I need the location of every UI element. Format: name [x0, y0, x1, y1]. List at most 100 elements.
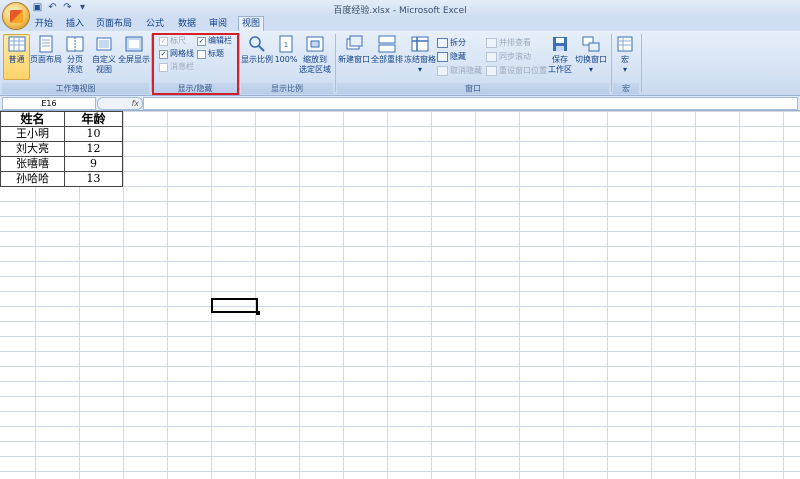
freeze-panes-button[interactable]: 冻结窗格 ▾ [404, 35, 436, 75]
custom-views-button[interactable]: 自定义 视图 [91, 35, 117, 75]
window-title: 百度经验.xlsx - Microsoft Excel [333, 6, 467, 16]
hide-window-button[interactable]: 隐藏 [437, 51, 466, 62]
switch-windows-icon [582, 36, 600, 52]
tab-insert[interactable]: 插入 [64, 17, 86, 31]
page-layout-view-button[interactable]: 页面布局 [30, 35, 62, 65]
zoom-to-selection-button[interactable]: 缩放到 选定区域 [299, 35, 331, 75]
title-bar: ▣ ↶ ↷ ▾ 百度经验.xlsx - Microsoft Excel [0, 0, 800, 17]
formula-bar: E16 fx [0, 96, 800, 111]
page-layout-icon [39, 35, 53, 53]
zoom-selection-icon [306, 36, 324, 52]
zoom-100-icon: 1 [279, 35, 293, 53]
window-group-label: 窗口 [337, 83, 609, 94]
zoom-label: 显示比例 [241, 55, 273, 64]
macros-label: 宏 [621, 55, 629, 64]
new-window-label: 新建窗口 [338, 55, 370, 64]
formula-input[interactable] [143, 97, 798, 110]
zoom-group-label: 显示比例 [241, 83, 333, 94]
separator [611, 34, 612, 92]
table-row: 孙哈哈 13 [0, 171, 123, 187]
normal-view-label: 普通 [8, 55, 25, 64]
tab-formulas[interactable]: 公式 [144, 17, 166, 31]
tab-home[interactable]: 开始 [33, 17, 55, 31]
save-workspace-label-1: 保存 [552, 55, 568, 64]
chevron-down-icon: ▾ [588, 65, 593, 74]
save-workspace-icon [553, 37, 567, 51]
tab-data[interactable]: 数据 [176, 17, 198, 31]
zoom-selection-label-2: 选定区域 [299, 65, 331, 74]
unhide-icon [437, 65, 448, 76]
custom-views-label-2: 视图 [96, 65, 112, 74]
unhide-button[interactable]: 取消隐藏 [437, 65, 482, 76]
side-by-side-button[interactable]: 并排查看 [486, 37, 531, 48]
hide-icon [437, 51, 448, 62]
function-buttons: fx [97, 97, 143, 110]
ribbon: 普通 页面布局 分页 预览 自定义 视图 全屏显示 工作簿视图 ✓ 标尺 ✓ 编辑栏… [0, 31, 800, 96]
switch-windows-label: 切换窗口 [575, 55, 607, 64]
zoom-selection-label-1: 缩放到 [303, 55, 327, 64]
table-row: 张嘻嘻 9 [0, 156, 123, 172]
custom-views-icon [96, 37, 112, 51]
office-logo-icon [9, 9, 23, 23]
switch-windows-button[interactable]: 切换窗口 ▾ [575, 35, 607, 75]
reset-position-icon [486, 65, 497, 76]
reset-position-label: 重设窗口位置 [499, 66, 547, 75]
separator [239, 34, 240, 92]
zoom-100-label: 100% [274, 55, 298, 64]
split-label: 拆分 [450, 38, 466, 47]
save-workspace-label-2: 工作区 [548, 65, 572, 74]
office-button[interactable] [2, 2, 30, 30]
full-screen-button[interactable]: 全屏显示 [118, 35, 150, 65]
zoom-100-button[interactable]: 1 100% [274, 35, 298, 65]
cell-age[interactable]: 13 [64, 171, 123, 187]
chevron-down-icon: ▾ [622, 65, 627, 74]
zoom-button[interactable]: 显示比例 [241, 35, 273, 65]
split-icon [437, 37, 448, 48]
separator [335, 34, 336, 92]
full-screen-label: 全屏显示 [118, 55, 150, 64]
page-break-label-2: 预览 [67, 65, 83, 74]
header-age[interactable]: 年龄 [64, 111, 123, 127]
cell-name[interactable]: 张嘻嘻 [0, 156, 65, 172]
page-layout-label: 页面布局 [30, 55, 62, 64]
macros-button[interactable]: 宏 ▾ [614, 35, 636, 75]
cell-age[interactable]: 9 [64, 156, 123, 172]
tab-page-layout[interactable]: 页面布局 [96, 17, 132, 31]
normal-view-button[interactable]: 普通 [3, 34, 30, 80]
arrange-all-icon [378, 35, 396, 53]
table-header-row: 姓名 年龄 [0, 111, 123, 127]
table-row: 王小明 10 [0, 126, 123, 142]
full-screen-icon [125, 36, 143, 52]
ribbon-tabs: 开始 插入 页面布局 公式 数据 审阅 视图 [0, 16, 800, 32]
new-window-button[interactable]: 新建窗口 [338, 35, 370, 65]
hide-label: 隐藏 [450, 52, 466, 61]
selected-cell[interactable] [211, 298, 260, 315]
reset-window-position-button[interactable]: 重设窗口位置 [486, 65, 547, 76]
arrange-all-label: 全部重排 [371, 55, 403, 64]
cell-name[interactable]: 王小明 [0, 126, 65, 142]
workbook-views-group-label: 工作簿视图 [2, 83, 149, 94]
split-button[interactable]: 拆分 [437, 37, 466, 48]
new-window-icon [346, 35, 363, 50]
cell-age[interactable]: 12 [64, 141, 123, 157]
cell-age[interactable]: 10 [64, 126, 123, 142]
normal-view-icon [8, 36, 25, 52]
side-by-side-icon [486, 37, 497, 48]
sync-scroll-button[interactable]: 同步滚动 [486, 51, 531, 62]
arrange-all-button[interactable]: 全部重排 [371, 35, 403, 65]
side-by-side-label: 并排查看 [499, 38, 531, 47]
cell-name[interactable]: 孙哈哈 [0, 171, 65, 187]
insert-function-icon[interactable]: fx [131, 98, 139, 109]
page-break-label-1: 分页 [67, 55, 83, 64]
page-break-icon [66, 36, 84, 52]
table-row: 刘大亮 12 [0, 141, 123, 157]
save-workspace-button[interactable]: 保存 工作区 [546, 35, 574, 75]
macros-icon [617, 36, 633, 52]
custom-views-label-1: 自定义 [92, 55, 116, 64]
name-box[interactable]: E16 [2, 97, 96, 110]
tab-review[interactable]: 审阅 [207, 17, 229, 31]
tab-view[interactable]: 视图 [238, 16, 264, 32]
page-break-preview-button[interactable]: 分页 预览 [63, 35, 87, 75]
cell-name[interactable]: 刘大亮 [0, 141, 65, 157]
header-name[interactable]: 姓名 [0, 111, 65, 127]
